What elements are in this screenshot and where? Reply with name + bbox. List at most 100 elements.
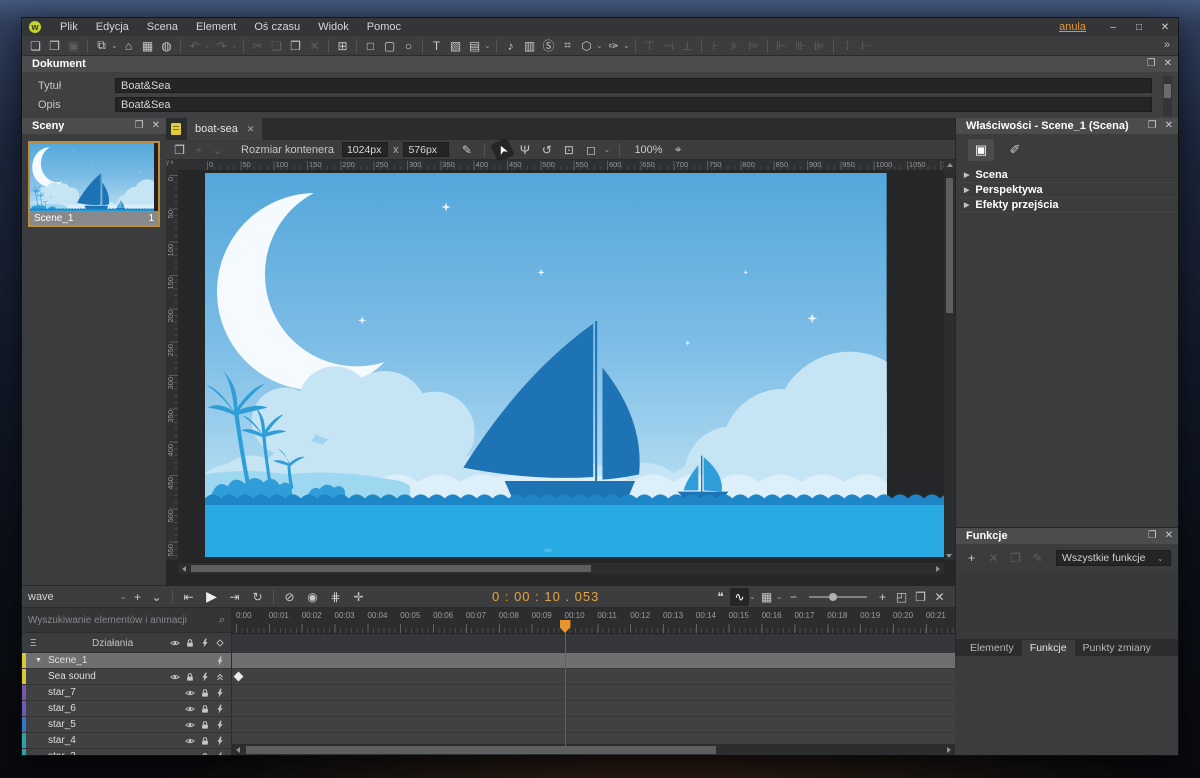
float-panel-icon[interactable]: ❐ — [1148, 528, 1157, 544]
diamond-icon[interactable] — [215, 638, 225, 648]
preview-in-browser-icon[interactable]: ⧉ — [92, 37, 111, 55]
maximize-window-icon[interactable]: □ — [1126, 18, 1152, 36]
add-animation-menu-icon[interactable]: ⌄ — [147, 588, 166, 606]
bolt-icon[interactable] — [215, 704, 225, 714]
scale-tool-icon[interactable]: ⊡ — [559, 141, 578, 159]
fit-stage-icon[interactable]: ⌖ — [669, 141, 688, 159]
loop-playback-icon[interactable]: ↻ — [248, 588, 267, 606]
toolbar-overflow-icon[interactable]: » — [1164, 39, 1170, 51]
export-html5-icon[interactable]: ⌂ — [119, 37, 138, 55]
timeline-view-mode-icon[interactable]: ▦ — [757, 588, 776, 606]
timeline-ruler[interactable]: 0:0000:0100:0200:0300:0400:0500:0600:070… — [232, 608, 955, 634]
close-panel-icon[interactable]: ✕ — [1165, 528, 1173, 544]
menu-oś-czasu[interactable]: Oś czasu — [245, 18, 309, 36]
text-element-icon[interactable]: T — [427, 37, 446, 55]
go-to-start-icon[interactable]: ⇤ — [179, 588, 198, 606]
section-perspektywa[interactable]: ▶Perspektywa — [956, 183, 1178, 198]
undo-chevron-icon[interactable]: ⌄ — [204, 41, 212, 50]
float-panel-icon[interactable]: ❐ — [1147, 56, 1156, 72]
close-timeline-panel-icon[interactable]: ✕ — [930, 588, 949, 606]
canvas-vertical-scrollbar[interactable] — [944, 170, 955, 560]
menu-pomoc[interactable]: Pomoc — [358, 18, 410, 36]
image-element-icon[interactable]: ▧ — [446, 37, 465, 55]
layer-track-star-5[interactable] — [232, 717, 955, 733]
layer-row-star-3[interactable]: star_3 — [22, 749, 231, 755]
document-panel-scrollbar[interactable] — [1163, 76, 1172, 116]
add-keyframe-icon[interactable]: ✛ — [349, 588, 368, 606]
preview-in-browser-chevron-icon[interactable]: ⌄ — [111, 41, 119, 50]
pen-tool-icon[interactable]: ✑ — [604, 37, 623, 55]
add-scene-icon[interactable]: ⊞ — [333, 37, 352, 55]
collapse-icon[interactable] — [215, 672, 225, 682]
paste-icon[interactable]: ❒ — [286, 37, 305, 55]
rounded-rectangle-tool-icon[interactable]: ▢ — [380, 37, 399, 55]
tab-punkty-zmiany[interactable]: Punkty zmiany — [1075, 640, 1159, 656]
close-panel-icon[interactable]: ✕ — [152, 118, 160, 134]
bolt-icon[interactable] — [215, 656, 225, 666]
export-video-icon[interactable]: ▦ — [138, 37, 157, 55]
free-transform-tool-icon[interactable]: ◻ — [581, 141, 600, 159]
lock-icon[interactable] — [200, 720, 210, 730]
disable-animations-icon[interactable]: ⊘ — [280, 588, 299, 606]
menu-plik[interactable]: Plik — [51, 18, 87, 36]
add-animation-icon[interactable]: + — [128, 588, 147, 606]
rotate-tool-icon[interactable]: ↺ — [537, 141, 556, 159]
tab-funkcje[interactable]: Funkcje — [1022, 640, 1075, 656]
zoom-in-timeline-icon[interactable]: + — [873, 588, 892, 606]
lock-icon[interactable] — [200, 688, 210, 698]
layer-row-star-7[interactable]: star_7 — [22, 685, 231, 701]
bolt-icon[interactable] — [215, 720, 225, 730]
lock-icon[interactable] — [185, 638, 195, 648]
menu-edycja[interactable]: Edycja — [87, 18, 138, 36]
eye-icon[interactable] — [185, 704, 195, 714]
bolt-icon[interactable] — [200, 672, 210, 682]
layer-row-star-5[interactable]: star_5 — [22, 717, 231, 733]
bolt-icon[interactable] — [200, 638, 210, 648]
layer-track-sea-sound[interactable] — [232, 669, 955, 685]
account-link[interactable]: anula — [1059, 21, 1086, 33]
anchor-point-tool-icon[interactable]: Ψ — [515, 141, 534, 159]
free-transform-tool-chevron-icon[interactable]: ⌄ — [603, 145, 611, 154]
export-package-icon[interactable]: ◍ — [157, 37, 176, 55]
lock-icon[interactable] — [200, 752, 210, 756]
float-panel-icon[interactable]: ❐ — [1148, 118, 1157, 134]
keyframe-range-icon[interactable]: ⋕ — [326, 588, 345, 606]
eye-icon[interactable] — [185, 752, 195, 756]
layer-track-star-7[interactable] — [232, 685, 955, 701]
edit-container-size-icon[interactable]: ✎ — [457, 141, 476, 159]
eye-icon[interactable] — [170, 672, 180, 682]
close-panel-icon[interactable]: ✕ — [1164, 56, 1172, 72]
collapse-ruler-icon[interactable] — [944, 160, 955, 170]
snap-mode-icon[interactable]: ∿ — [730, 588, 749, 606]
timeline-zoom-slider[interactable] — [809, 596, 867, 598]
title-field[interactable] — [115, 78, 1152, 93]
tab-close-icon[interactable]: ✕ — [247, 124, 255, 135]
shape-element-chevron-icon[interactable]: ⌄ — [596, 41, 604, 50]
section-efekty-przejścia[interactable]: ▶Efekty przejścia — [956, 198, 1178, 213]
description-field[interactable] — [115, 97, 1152, 112]
minimize-window-icon[interactable]: – — [1100, 18, 1126, 36]
lock-icon[interactable] — [200, 736, 210, 746]
layer-row-scene-1[interactable]: ▼Scene_1 — [22, 653, 231, 669]
layer-row-sea-sound[interactable]: Sea sound — [22, 669, 231, 685]
pointer-tool-icon[interactable]: ➤ — [491, 137, 515, 162]
pen-tool-chevron-icon[interactable]: ⌄ — [623, 41, 631, 50]
layer-row-star-6[interactable]: star_6 — [22, 701, 231, 717]
expand-timeline-icon[interactable]: ◰ — [892, 588, 911, 606]
snap-mode-chevron-icon[interactable]: ⌄ — [749, 592, 757, 601]
float-panel-icon[interactable]: ❐ — [135, 118, 144, 134]
eye-icon[interactable] — [185, 736, 195, 746]
close-window-icon[interactable]: ✕ — [1152, 18, 1178, 36]
redo-chevron-icon[interactable]: ⌄ — [231, 41, 239, 50]
auto-keyframe-mode-icon[interactable]: ◉ — [303, 588, 322, 606]
canvas[interactable] — [178, 170, 944, 560]
rectangle-tool-icon[interactable]: □ — [361, 37, 380, 55]
lock-icon[interactable] — [200, 704, 210, 714]
scene-properties-tab-icon[interactable]: ▣ — [968, 139, 994, 161]
element-selector-dropdown[interactable]: wave ⌄ — [28, 591, 128, 603]
timeline-horizontal-scrollbar[interactable] — [232, 744, 955, 755]
ellipse-tool-icon[interactable]: ○ — [399, 37, 418, 55]
shape-element-icon[interactable]: ⬡ — [577, 37, 596, 55]
stage[interactable] — [205, 173, 944, 557]
tab-boat-sea[interactable]: boat-sea ✕ — [187, 118, 262, 140]
